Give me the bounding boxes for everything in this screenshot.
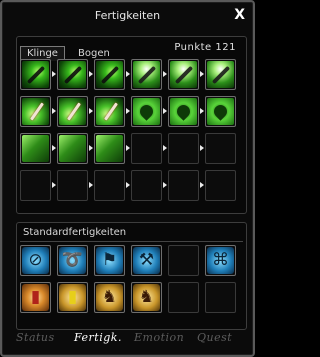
white-green-slash-skill-icon: [207, 61, 234, 88]
skill-slot-sword-thrust[interactable]: [20, 96, 51, 127]
horse-head-icon: ♞: [96, 284, 123, 311]
clover-skill-icon: [207, 98, 234, 125]
skill-slot-sword-thrust[interactable]: [94, 96, 125, 127]
standard-slot[interactable]: ♞: [94, 282, 125, 313]
skill-slot-green-burst[interactable]: [20, 133, 51, 164]
lasso-icon: ➰: [59, 247, 86, 274]
standard-slot[interactable]: ▮: [20, 282, 51, 313]
chevron-right-icon: [52, 182, 56, 188]
chevron-right-icon: [89, 71, 93, 77]
close-button[interactable]: X: [234, 7, 245, 23]
sword-thrust-skill-icon: [59, 98, 86, 125]
green-slash-skill-icon: [96, 61, 123, 88]
standard-slot[interactable]: ⚒: [131, 245, 162, 276]
chevron-right-icon: [163, 71, 167, 77]
chevron-right-icon: [89, 145, 93, 151]
skill-slot-green-slash[interactable]: [94, 59, 125, 90]
skill-slot-empty[interactable]: [57, 170, 88, 201]
chevron-right-icon: [89, 108, 93, 114]
chevron-right-icon: [200, 145, 204, 151]
window-title: Fertigkeiten: [94, 9, 161, 22]
skill-slot-white-green-slash[interactable]: [205, 59, 236, 90]
skill-slot-white-green-slash[interactable]: [168, 59, 199, 90]
skill-panel: Klinge Bogen Punkte 121: [16, 36, 247, 214]
skill-slot-empty[interactable]: [168, 133, 199, 164]
standard-slot[interactable]: ♞: [131, 282, 162, 313]
chevron-right-icon: [52, 71, 56, 77]
skill-slot-clover[interactable]: [168, 96, 199, 127]
skill-slot-empty[interactable]: [94, 170, 125, 201]
standard-skills-title: Standardfertigkeiten: [23, 227, 127, 238]
standard-skills-panel: Standardfertigkeiten ⊘ ➰ ⚑ ⚒ ⌘ ▮ ▮ ♞ ♞: [16, 222, 247, 330]
red-book-icon: ▮: [22, 284, 49, 311]
horse-head-icon: ♞: [133, 284, 160, 311]
no-buildings-icon: ⊘: [22, 247, 49, 274]
skill-tabs: Klinge Bogen: [20, 41, 118, 61]
green-burst-skill-icon: [22, 135, 49, 162]
green-burst-skill-icon: [96, 135, 123, 162]
chevron-right-icon: [126, 108, 130, 114]
white-green-slash-skill-icon: [170, 61, 197, 88]
pickaxe-icon: ⚒: [133, 247, 160, 274]
chevron-right-icon: [52, 145, 56, 151]
sword-thrust-skill-icon: [22, 98, 49, 125]
points-label: Punkte: [174, 42, 212, 53]
skill-slot-clover[interactable]: [205, 96, 236, 127]
skill-slot-empty[interactable]: [131, 133, 162, 164]
white-green-slash-skill-icon: [133, 61, 160, 88]
skill-slot-empty[interactable]: [20, 170, 51, 201]
points-display: Punkte 121: [174, 42, 236, 53]
chevron-right-icon: [126, 145, 130, 151]
tab-emotion[interactable]: Emotion: [134, 331, 184, 344]
chevron-right-icon: [52, 108, 56, 114]
skill-slot-empty[interactable]: [205, 133, 236, 164]
chevron-right-icon: [163, 108, 167, 114]
chevron-right-icon: [200, 108, 204, 114]
flag-icon: ⚑: [96, 247, 123, 274]
skill-slot-empty[interactable]: [168, 170, 199, 201]
chevron-right-icon: [89, 182, 93, 188]
chevron-right-icon: [126, 71, 130, 77]
green-slash-skill-icon: [59, 61, 86, 88]
skills-window: Fertigkeiten X Klinge Bogen Punkte 121 S…: [0, 0, 255, 357]
tab-fertigk[interactable]: Fertigk.: [74, 331, 122, 344]
points-value: 121: [215, 42, 236, 53]
standard-slot[interactable]: ▮: [57, 282, 88, 313]
skill-slot-empty[interactable]: [205, 170, 236, 201]
standard-slot[interactable]: ⌘: [205, 245, 236, 276]
tab-quest[interactable]: Quest: [197, 331, 232, 344]
chevron-right-icon: [163, 182, 167, 188]
chevron-right-icon: [126, 182, 130, 188]
standard-slot[interactable]: ⊘: [20, 245, 51, 276]
standard-slot[interactable]: ➰: [57, 245, 88, 276]
standard-slot-empty[interactable]: [168, 282, 199, 313]
bottom-tabs: Status Fertigk. Emotion Quest: [4, 331, 251, 349]
green-slash-skill-icon: [22, 61, 49, 88]
title-bar[interactable]: Fertigkeiten X: [4, 4, 251, 28]
skill-slot-empty[interactable]: [131, 170, 162, 201]
tab-status[interactable]: Status: [16, 331, 55, 344]
skill-slot-sword-thrust[interactable]: [57, 96, 88, 127]
standard-slot[interactable]: ⚑: [94, 245, 125, 276]
standard-slot-empty[interactable]: [168, 245, 199, 276]
knot-icon: ⌘: [207, 247, 234, 274]
skill-slot-green-burst[interactable]: [94, 133, 125, 164]
skill-slot-clover[interactable]: [131, 96, 162, 127]
chevron-right-icon: [200, 71, 204, 77]
chevron-right-icon: [163, 145, 167, 151]
skill-slot-white-green-slash[interactable]: [131, 59, 162, 90]
yellow-book-icon: ▮: [59, 284, 86, 311]
clover-skill-icon: [170, 98, 197, 125]
skill-slot-green-slash[interactable]: [57, 59, 88, 90]
chevron-right-icon: [200, 182, 204, 188]
sword-thrust-skill-icon: [96, 98, 123, 125]
green-burst-skill-icon: [59, 135, 86, 162]
skill-slot-green-burst[interactable]: [57, 133, 88, 164]
skill-slot-green-slash[interactable]: [20, 59, 51, 90]
clover-skill-icon: [133, 98, 160, 125]
divider: [20, 241, 243, 242]
standard-slot-empty[interactable]: [205, 282, 236, 313]
